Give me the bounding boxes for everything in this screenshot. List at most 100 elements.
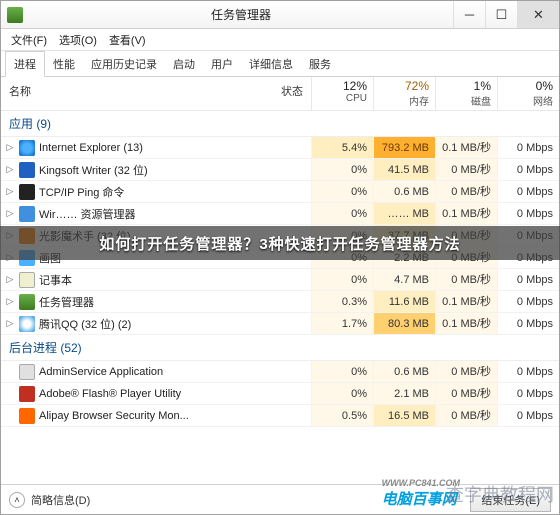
tabstrip: 进程 性能 应用历史记录 启动 用户 详细信息 服务 <box>1 51 559 77</box>
table-row[interactable]: ▷记事本0%4.7 MB0 MB/秒0 Mbps <box>1 269 559 291</box>
header-status-label: 状态 <box>281 83 303 108</box>
header-col-cpu[interactable]: 12%CPU <box>311 77 373 110</box>
cell: 0.3% <box>311 291 373 312</box>
window-buttons: ─ ☐ ✕ <box>453 1 559 28</box>
header-pct: 72% <box>380 79 429 93</box>
cell: 0 Mbps <box>497 405 559 426</box>
tab-users[interactable]: 用户 <box>203 52 241 76</box>
expand-icon[interactable]: ▷ <box>5 296 15 307</box>
watermark-chazidian: 查字典教程网 <box>446 481 554 507</box>
cell: 0.1 MB/秒 <box>435 313 497 334</box>
process-name: 任务管理器 <box>39 294 311 310</box>
header-lbl: 内存 <box>380 93 429 108</box>
process-icon <box>19 408 35 424</box>
cell: 0.1 MB/秒 <box>435 203 497 224</box>
titlebar[interactable]: 任务管理器 ─ ☐ ✕ <box>1 1 559 29</box>
cell: 0 Mbps <box>497 137 559 158</box>
cell: 0 Mbps <box>497 383 559 404</box>
table-row[interactable]: ▷ Internet Explorer (13)5.4%793.2 MB0.1 M… <box>1 137 559 159</box>
process-name: Kingsoft Writer (32 位) <box>39 162 311 178</box>
cell: 2.1 MB <box>373 383 435 404</box>
cell: 0 Mbps <box>497 269 559 290</box>
process-name: Internet Explorer (13) <box>39 142 311 154</box>
table-row[interactable]: AdminService Application0%0.6 MB0 MB/秒0 … <box>1 361 559 383</box>
fewer-details-label: 简略信息(D) <box>31 492 90 508</box>
cell: 0 Mbps <box>497 203 559 224</box>
cell: 0 MB/秒 <box>435 405 497 426</box>
cell: 0 Mbps <box>497 181 559 202</box>
chevron-up-icon: ˄ <box>9 492 25 508</box>
header-lbl: CPU <box>318 93 367 104</box>
process-name: 腾讯QQ (32 位) (2) <box>39 316 311 332</box>
group-background[interactable]: 后台进程 (52) <box>1 335 559 361</box>
table-row[interactable]: ▷Wir…… 资源管理器0%…… MB0.1 MB/秒0 Mbps <box>1 203 559 225</box>
cell: 0.1 MB/秒 <box>435 291 497 312</box>
tab-processes[interactable]: 进程 <box>5 51 45 77</box>
cell: 11.6 MB <box>373 291 435 312</box>
expand-icon[interactable]: ▷ <box>5 318 15 329</box>
cell: 793.2 MB <box>373 137 435 158</box>
process-icon <box>19 272 35 288</box>
tab-performance[interactable]: 性能 <box>45 52 83 76</box>
header-col-磁盘[interactable]: 1%磁盘 <box>435 77 497 110</box>
process-icon <box>19 316 35 332</box>
fewer-details-button[interactable]: ˄ 简略信息(D) <box>9 492 90 508</box>
header-lbl: 磁盘 <box>442 93 491 108</box>
close-button[interactable]: ✕ <box>517 1 559 28</box>
table-row[interactable]: ▷ 腾讯QQ (32 位) (2)1.7%80.3 MB0.1 MB/秒0 Mbp… <box>1 313 559 335</box>
cell: 0% <box>311 269 373 290</box>
tab-startup[interactable]: 启动 <box>165 52 203 76</box>
expand-icon[interactable]: ▷ <box>5 164 15 175</box>
cell: 0% <box>311 159 373 180</box>
expand-icon[interactable]: ▷ <box>5 208 15 219</box>
process-list[interactable]: 应用 (9) ▷ Internet Explorer (13)5.4%793.2 M… <box>1 111 559 484</box>
process-name: AdminService Application <box>39 366 311 378</box>
cell: 0 Mbps <box>497 361 559 382</box>
cell: 0.1 MB/秒 <box>435 137 497 158</box>
cell: 80.3 MB <box>373 313 435 334</box>
process-name: Wir…… 资源管理器 <box>39 206 311 222</box>
expand-icon[interactable]: ▷ <box>5 186 15 197</box>
header-col-内存[interactable]: 72%内存 <box>373 77 435 110</box>
table-row[interactable]: Alipay Browser Security Mon...0.5%16.5 M… <box>1 405 559 427</box>
tab-services[interactable]: 服务 <box>301 52 339 76</box>
menu-view[interactable]: 查看(V) <box>103 32 152 48</box>
process-icon <box>19 294 35 310</box>
cell: 16.5 MB <box>373 405 435 426</box>
cell: 0% <box>311 361 373 382</box>
process-name: Adobe® Flash® Player Utility <box>39 388 311 400</box>
cell: 4.7 MB <box>373 269 435 290</box>
header-name[interactable]: 名称 状态 <box>1 77 311 110</box>
cell: 5.4% <box>311 137 373 158</box>
process-icon <box>19 364 35 380</box>
cell: 1.7% <box>311 313 373 334</box>
process-icon <box>19 386 35 402</box>
table-row[interactable]: ▷Kingsoft Writer (32 位)0%41.5 MB0 MB/秒0 … <box>1 159 559 181</box>
cell: 0.6 MB <box>373 181 435 202</box>
minimize-button[interactable]: ─ <box>453 1 485 28</box>
cell: 0 MB/秒 <box>435 361 497 382</box>
expand-icon[interactable]: ▷ <box>5 274 15 285</box>
table-row[interactable]: Adobe® Flash® Player Utility0%2.1 MB0 MB… <box>1 383 559 405</box>
process-name: Alipay Browser Security Mon... <box>39 410 311 422</box>
cell: 0.6 MB <box>373 361 435 382</box>
process-name: TCP/IP Ping 命令 <box>39 184 311 200</box>
cell: 0 Mbps <box>497 313 559 334</box>
cell: 41.5 MB <box>373 159 435 180</box>
cell: …… MB <box>373 203 435 224</box>
expand-icon[interactable]: ▷ <box>5 142 15 153</box>
tab-apphistory[interactable]: 应用历史记录 <box>83 52 165 76</box>
table-row[interactable]: ▷任务管理器0.3%11.6 MB0.1 MB/秒0 Mbps <box>1 291 559 313</box>
cell: 0 MB/秒 <box>435 181 497 202</box>
column-headers: 名称 状态 12%CPU72%内存1%磁盘0%网络 <box>1 77 559 111</box>
menu-options[interactable]: 选项(O) <box>53 32 103 48</box>
window-title: 任务管理器 <box>29 6 453 23</box>
menubar: 文件(F) 选项(O) 查看(V) <box>1 29 559 51</box>
header-col-网络[interactable]: 0%网络 <box>497 77 559 110</box>
maximize-button[interactable]: ☐ <box>485 1 517 28</box>
header-pct: 1% <box>442 79 491 93</box>
tab-details[interactable]: 详细信息 <box>241 52 301 76</box>
group-apps[interactable]: 应用 (9) <box>1 111 559 137</box>
table-row[interactable]: ▷TCP/IP Ping 命令0%0.6 MB0 MB/秒0 Mbps <box>1 181 559 203</box>
menu-file[interactable]: 文件(F) <box>5 32 53 48</box>
